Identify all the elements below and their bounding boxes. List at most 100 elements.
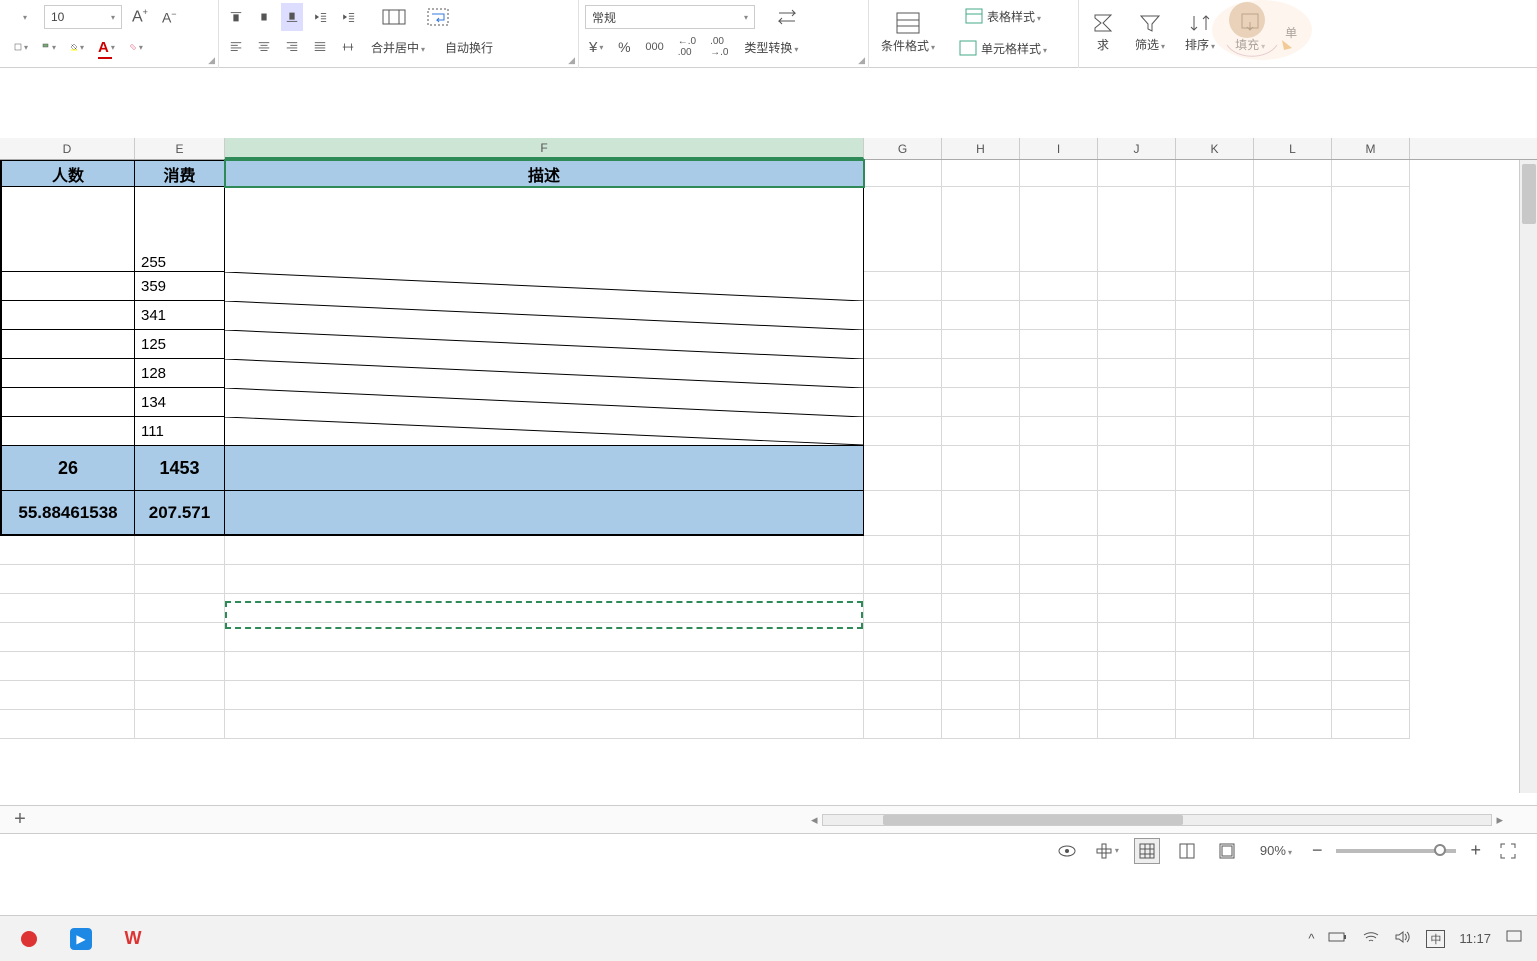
cell-E[interactable]: 134 xyxy=(135,388,225,417)
cell-ops-button[interactable]: 单 xyxy=(1279,2,1303,62)
normal-view-icon[interactable] xyxy=(1134,838,1160,864)
font-size-select[interactable]: 10▾ xyxy=(44,5,122,29)
sum-button[interactable]: 求 xyxy=(1085,2,1121,62)
reading-layout-icon[interactable] xyxy=(1094,838,1120,864)
zoom-slider[interactable] xyxy=(1336,849,1456,853)
align-top-icon[interactable] xyxy=(225,3,247,31)
border-icon[interactable] xyxy=(10,33,32,61)
align-left-icon[interactable] xyxy=(225,33,247,61)
clear-format-icon[interactable] xyxy=(125,33,147,61)
avg-E[interactable]: 207.571 xyxy=(135,491,225,536)
record-indicator-icon[interactable] xyxy=(14,924,44,954)
increase-indent-icon[interactable] xyxy=(337,3,359,31)
decrease-font-icon[interactable]: A− xyxy=(158,3,181,31)
page-break-view-icon[interactable] xyxy=(1214,838,1240,864)
filter-button[interactable]: 筛选 xyxy=(1129,2,1171,62)
spreadsheet-grid[interactable]: D E F G H I J K L M 人数 消费 描述 255 xyxy=(0,138,1537,793)
battery-icon[interactable] xyxy=(1328,930,1348,947)
font-color-icon[interactable]: A xyxy=(94,33,119,61)
notifications-icon[interactable] xyxy=(1505,929,1523,948)
volume-icon[interactable] xyxy=(1394,930,1412,947)
col-H[interactable]: H xyxy=(942,138,1020,159)
cell-style-button[interactable]: 单元格样式 xyxy=(955,34,1051,62)
cell-blank[interactable] xyxy=(1332,160,1410,187)
decrease-indent-icon[interactable] xyxy=(309,3,331,31)
wifi-icon[interactable] xyxy=(1362,930,1380,947)
ime-icon[interactable]: 中 xyxy=(1426,930,1445,948)
col-G[interactable]: G xyxy=(864,138,942,159)
cell-blank[interactable] xyxy=(1176,160,1254,187)
align-bottom-icon[interactable] xyxy=(281,3,303,31)
increase-decimal-icon[interactable]: ←.0.00 xyxy=(674,33,700,61)
cell-E-tall[interactable]: 255 xyxy=(135,187,225,272)
align-justify-icon[interactable] xyxy=(309,33,331,61)
zoom-level[interactable]: 90% xyxy=(1260,843,1292,858)
avg-D[interactable]: 55.88461538 xyxy=(0,491,135,536)
cell-blank[interactable] xyxy=(1254,160,1332,187)
type-convert-label[interactable]: 类型转换 xyxy=(744,39,798,56)
col-E[interactable]: E xyxy=(135,138,225,159)
wrap-text-label[interactable]: 自动换行 xyxy=(445,39,493,56)
total-E[interactable]: 1453 xyxy=(135,446,225,491)
tray-chevron-icon[interactable]: ^ xyxy=(1308,931,1314,946)
header-E[interactable]: 消费 xyxy=(135,160,225,187)
table-style-button[interactable]: 表格样式 xyxy=(955,2,1051,30)
vertical-scrollbar[interactable] xyxy=(1519,160,1537,793)
cell-E[interactable]: 359 xyxy=(135,272,225,301)
cell-F-diag[interactable] xyxy=(225,272,864,301)
col-K[interactable]: K xyxy=(1176,138,1254,159)
col-M[interactable]: M xyxy=(1332,138,1410,159)
align-middle-icon[interactable] xyxy=(253,3,275,31)
decrease-decimal-icon[interactable]: .00→.0 xyxy=(706,33,732,61)
cell-F-tall[interactable] xyxy=(225,187,864,272)
align-right-icon[interactable] xyxy=(281,33,303,61)
horizontal-scrollbar[interactable]: ◂ ▸ xyxy=(807,812,1507,828)
eye-mode-icon[interactable] xyxy=(1054,838,1080,864)
zoom-in-button[interactable]: + xyxy=(1470,840,1481,861)
col-D[interactable]: D xyxy=(0,138,135,159)
app-icon-blue[interactable]: ▶ xyxy=(66,924,96,954)
col-I[interactable]: I xyxy=(1020,138,1098,159)
total-D[interactable]: 26 xyxy=(0,446,135,491)
cell-E[interactable]: 111 xyxy=(135,417,225,446)
avg-F[interactable] xyxy=(225,491,864,536)
fill-button[interactable]: 填充 xyxy=(1229,2,1271,62)
cell-blank[interactable] xyxy=(942,160,1020,187)
wps-app-icon[interactable]: W xyxy=(118,924,148,954)
cell-blank[interactable] xyxy=(864,160,942,187)
merge-center-label[interactable]: 合并居中 xyxy=(371,39,425,56)
cell-blank[interactable] xyxy=(1098,160,1176,187)
fullscreen-icon[interactable] xyxy=(1495,838,1521,864)
type-convert-icon[interactable] xyxy=(775,7,799,27)
col-L[interactable]: L xyxy=(1254,138,1332,159)
align-center-icon[interactable] xyxy=(253,33,275,61)
currency-icon[interactable]: ¥ xyxy=(585,33,607,61)
font-name-dropdown[interactable] xyxy=(10,3,38,31)
clock[interactable]: 11:17 xyxy=(1459,931,1491,946)
number-format-select[interactable]: 常规▾ xyxy=(585,5,755,29)
fill-color-icon[interactable] xyxy=(66,33,88,61)
zoom-out-button[interactable]: − xyxy=(1312,840,1323,861)
header-F[interactable]: 描述 xyxy=(225,160,864,187)
total-F[interactable] xyxy=(225,446,864,491)
thousands-icon[interactable]: 000 xyxy=(641,33,667,61)
page-layout-view-icon[interactable] xyxy=(1174,838,1200,864)
column-headers[interactable]: D E F G H I J K L M xyxy=(0,138,1537,160)
increase-font-icon[interactable]: A+ xyxy=(128,3,152,31)
format-painter-icon[interactable] xyxy=(38,33,60,61)
status-bar: 90% − + xyxy=(0,833,1537,867)
col-J[interactable]: J xyxy=(1098,138,1176,159)
col-F[interactable]: F xyxy=(225,138,864,159)
cell-E[interactable]: 128 xyxy=(135,359,225,388)
cell-blank[interactable] xyxy=(1020,160,1098,187)
sort-button[interactable]: 排序 xyxy=(1179,2,1221,62)
header-D[interactable]: 人数 xyxy=(0,160,135,187)
cell-E[interactable]: 125 xyxy=(135,330,225,359)
distribute-icon[interactable] xyxy=(337,33,359,61)
conditional-format-button[interactable]: 条件格式 xyxy=(875,2,941,62)
cell-E[interactable]: 341 xyxy=(135,301,225,330)
cell-D-tall[interactable] xyxy=(0,187,135,272)
percent-icon[interactable]: % xyxy=(613,33,635,61)
add-sheet-button[interactable]: + xyxy=(0,808,40,831)
cell-grid[interactable]: 人数 消费 描述 255 359 341 125 128 134 111 26 xyxy=(0,160,1537,739)
